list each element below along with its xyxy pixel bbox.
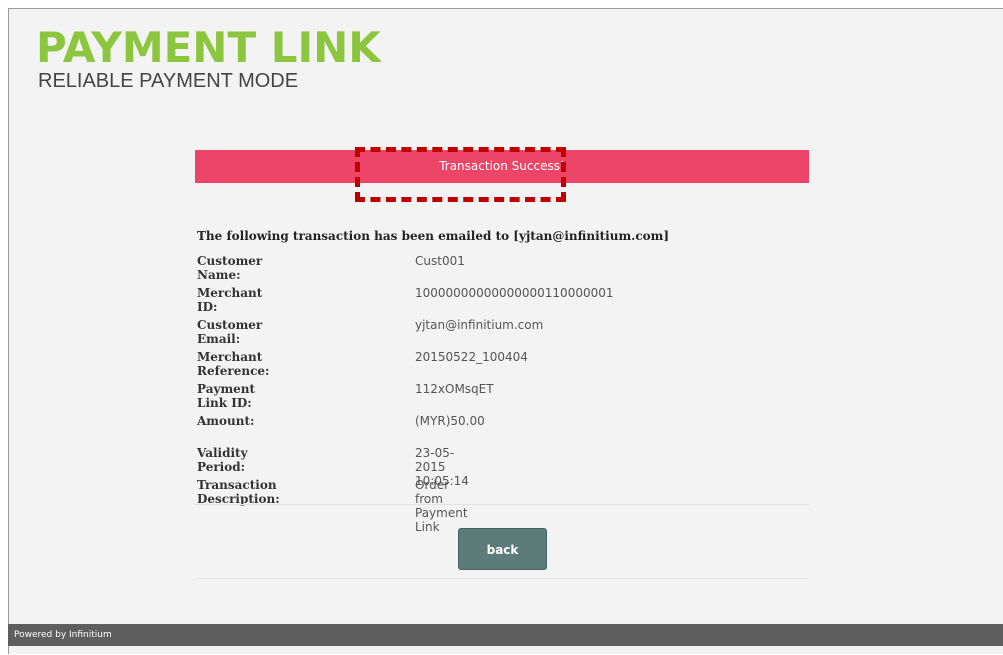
detail-value: (MYR)50.00	[415, 414, 485, 428]
detail-value: 112xOMsqET	[415, 382, 494, 396]
section-divider	[195, 504, 809, 505]
detail-value: yjtan@infinitium.com	[415, 318, 544, 332]
email-notice: The following transaction has been email…	[197, 229, 670, 243]
footer-text: Powered by Infinitium	[14, 630, 112, 640]
detail-label: Customer Email:	[197, 318, 263, 346]
detail-label: Customer Name:	[197, 254, 263, 282]
detail-value: 20150522_100404	[415, 350, 528, 364]
detail-label: Merchant Reference:	[197, 350, 270, 378]
button-area-divider	[195, 578, 809, 579]
detail-label: Amount:	[197, 414, 255, 428]
detail-value: Cust001	[415, 254, 465, 268]
footer-bar: Powered by Infinitium	[8, 624, 1003, 646]
highlight-annotation-box	[355, 147, 566, 202]
brand-logo-title: PAYMENT LINK	[36, 23, 381, 72]
detail-label: Validity Period:	[197, 446, 248, 474]
detail-label: Transaction Description:	[197, 478, 280, 506]
detail-label: Merchant ID:	[197, 286, 263, 314]
detail-value: 10000000000000000110000001	[415, 286, 614, 300]
detail-value: Order from Payment Link	[415, 478, 468, 534]
detail-label: Payment Link ID:	[197, 382, 256, 410]
back-button[interactable]: back	[458, 528, 547, 570]
brand-logo-subtitle: RELIABLE PAYMENT MODE	[38, 70, 299, 92]
